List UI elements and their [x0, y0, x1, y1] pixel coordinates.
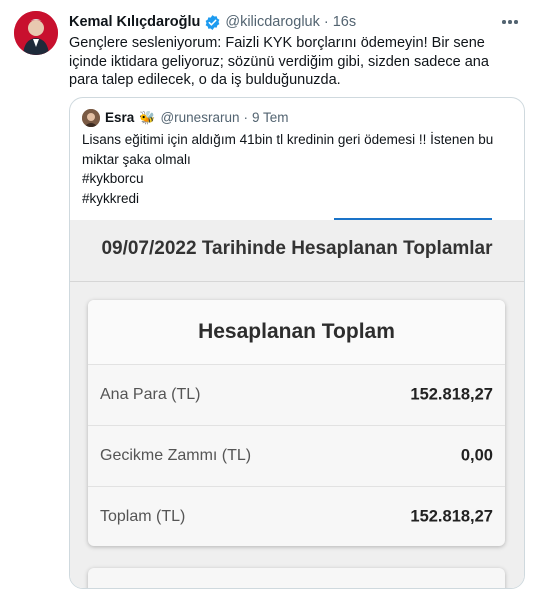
row-label: Toplam (TL)	[100, 508, 186, 525]
more-options-icon[interactable]	[500, 12, 520, 32]
quoted-tweet[interactable]: Esra 🐝 @runesrarun · 9 Tem Lisans eğitim…	[69, 97, 525, 589]
bee-emoji-icon: 🐝	[139, 110, 156, 125]
separator-dot: ·	[323, 14, 329, 30]
quoted-tweet-image[interactable]: 09/07/2022 Tarihinde Hesaplanan Toplamla…	[70, 220, 524, 588]
row-value: 0,00	[460, 446, 493, 465]
quoted-text-line: Lisans eğitimi için aldığım 41bin tl kre…	[82, 132, 494, 147]
quoted-tweet-timestamp: 9 Tem	[251, 110, 289, 125]
hashtag-link: #kykborcu	[82, 171, 144, 186]
row-label: Gecikme Zammı (TL)	[100, 447, 252, 464]
divider	[70, 281, 524, 282]
quoted-text-line: miktar şaka olmalı	[82, 151, 191, 167]
quoted-author-avatar	[82, 109, 100, 127]
author-name[interactable]: Kemal Kılıçdaroğlu	[69, 13, 200, 31]
row-value: 152.818,27	[410, 507, 493, 526]
card-title: Hesaplanan Toplam	[88, 300, 505, 365]
verified-badge-icon	[204, 14, 221, 31]
quoted-author-handle: @runesrarun	[160, 110, 240, 125]
tweet-header: Kemal Kılıçdaroğlu @kilicdarogluk · 16s	[69, 13, 356, 31]
table-row: Toplam (TL) 152.818,27	[88, 487, 505, 547]
next-card-partial	[88, 568, 505, 588]
tweet-container[interactable]: Kemal Kılıçdaroğlu @kilicdarogluk · 16s …	[0, 0, 538, 589]
separator-dot: ·	[243, 110, 248, 125]
row-value: 152.818,27	[410, 385, 493, 404]
author-handle[interactable]: @kilicdarogluk	[225, 13, 320, 31]
total-card: Hesaplanan Toplam Ana Para (TL) 152.818,…	[88, 300, 505, 546]
quoted-tweet-text: Lisans eğitimi için aldığım 41bin tl kre…	[82, 130, 512, 208]
row-label: Ana Para (TL)	[100, 386, 201, 403]
table-row: Ana Para (TL) 152.818,27	[88, 365, 505, 426]
table-row: Gecikme Zammı (TL) 0,00	[88, 426, 505, 487]
tweet-text: Gençlere sesleniyorum: Faizli KYK borçla…	[69, 35, 489, 88]
tweet-timestamp[interactable]: 16s	[333, 13, 356, 31]
hashtag-link: #kykkredi	[82, 190, 140, 206]
calculation-heading: 09/07/2022 Tarihinde Hesaplanan Toplamla…	[101, 238, 493, 259]
quoted-author-name: Esra	[105, 110, 135, 125]
author-avatar[interactable]	[14, 11, 58, 55]
quoted-tweet-header: Esra 🐝 @runesrarun · 9 Tem	[82, 109, 289, 127]
